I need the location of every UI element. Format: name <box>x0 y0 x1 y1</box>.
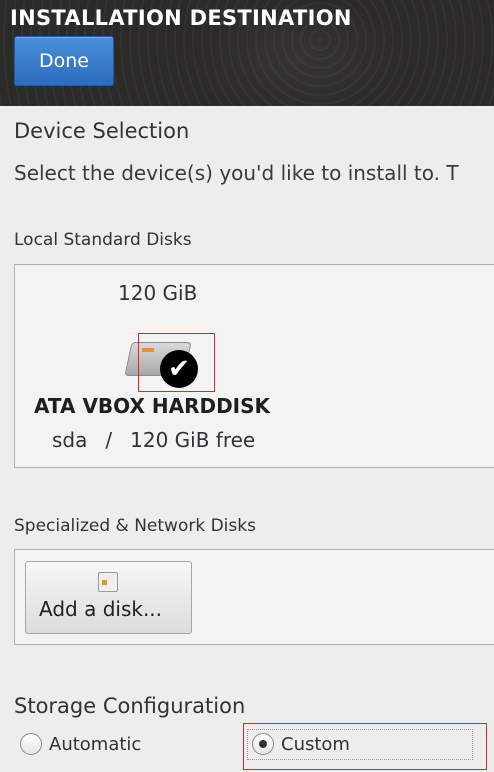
radio-automatic-label: Automatic <box>49 733 142 755</box>
disk-device-free: sda / 120 GiB free <box>52 428 255 452</box>
disk-size: 120 GiB <box>118 281 198 305</box>
page-title: INSTALLATION DESTINATION <box>10 6 352 30</box>
storage-configuration-heading: Storage Configuration <box>14 694 246 718</box>
device-selection-description: Select the device(s) you'd like to insta… <box>14 161 459 185</box>
custom-highlight-box <box>243 723 487 770</box>
device-selection-heading: Device Selection <box>14 119 190 143</box>
radio-automatic[interactable]: Automatic <box>20 733 141 755</box>
selection-highlight-box <box>138 333 215 392</box>
add-disk-icon <box>98 572 118 592</box>
disk-name: ATA VBOX HARDDISK <box>34 394 271 418</box>
radio-automatic-circle[interactable] <box>20 733 42 755</box>
disk-free-space: 120 GiB free <box>130 428 256 452</box>
add-disk-label: Add a disk... <box>39 597 163 621</box>
disk-device-name: sda <box>52 428 88 452</box>
done-button[interactable]: Done <box>14 36 114 86</box>
disk-separator: / <box>105 428 113 452</box>
local-standard-disks-heading: Local Standard Disks <box>14 230 192 250</box>
add-disk-button[interactable]: Add a disk... <box>25 561 192 634</box>
specialized-network-disks-heading: Specialized & Network Disks <box>14 516 256 536</box>
header-bar: INSTALLATION DESTINATION Done <box>0 0 494 106</box>
